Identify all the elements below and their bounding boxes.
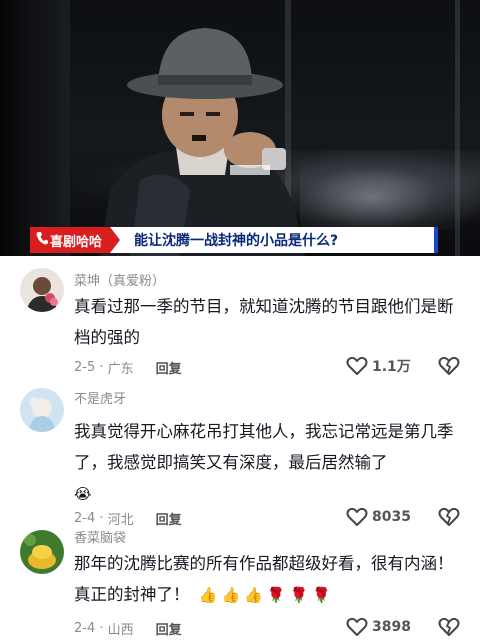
heart-icon <box>346 356 368 375</box>
heart-icon <box>346 617 368 636</box>
broken-heart-icon <box>438 617 460 636</box>
crying-face-emoji-icon: 😭 <box>74 485 92 503</box>
phone-icon <box>36 231 48 249</box>
comment-text: 那年的沈腾比赛的所有作品都超级好看，很有内涵！真正的封神了！ 👍 👍 👍 🌹 🌹 🌹 <box>74 548 468 611</box>
reply-button[interactable]: 回复 <box>156 358 182 377</box>
comment-date: 2-4 <box>74 621 96 636</box>
comment-text-content: 我真觉得开心麻花吊打其他人，我忘记常远是第几季了，我感觉即搞笑又有深度，最后居然… <box>74 422 454 472</box>
comment-text: 真看过那一季的节目，就知道沈腾的节目跟他们是断档的强的 <box>74 297 454 347</box>
video-caption-bar: 喜剧哈哈 能让沈腾一战封神的小品是什么? <box>30 227 438 253</box>
comment-location: 山西 <box>107 623 134 638</box>
rose-emoji-icon: 🌹 <box>289 586 309 604</box>
brand-tag-label: 喜剧哈哈 <box>50 234 103 250</box>
comment-item: 香菜脑袋 那年的沈腾比赛的所有作品都超级好看，很有内涵！真正的封神了！ 👍 👍 👍 🌹… <box>0 522 480 640</box>
meta-separator: · <box>95 621 108 636</box>
like-count: 1.1万 <box>372 359 411 375</box>
rose-emoji-icon: 🌹 <box>312 586 331 604</box>
performer-figure <box>100 28 305 256</box>
comment-meta: 2-5 · 广东 回复 <box>74 358 182 377</box>
avatar[interactable] <box>20 268 64 312</box>
meta-separator: · <box>95 360 108 375</box>
comment-username[interactable]: 不是虎牙 <box>74 388 126 407</box>
broken-heart-icon <box>438 356 460 375</box>
thumbs-up-emoji-icon: 👍 <box>198 586 218 604</box>
comment-text: 我真觉得开心麻花吊打其他人，我忘记常远是第几季了，我感觉即搞笑又有深度，最后居然… <box>74 416 468 510</box>
comment-text-content: 那年的沈腾比赛的所有作品都超级好看，很有内涵！真正的封神了！ <box>74 554 454 604</box>
like-button[interactable]: 3898 <box>346 617 411 637</box>
comment-username[interactable]: 菜坤（真爱粉） <box>74 270 165 289</box>
comment-item: 不是虎牙 我真觉得开心麻花吊打其他人，我忘记常远是第几季了，我感觉即搞笑又有深度… <box>0 380 480 530</box>
video-caption: 能让沈腾一战封神的小品是什么? <box>134 233 339 249</box>
avatar[interactable] <box>20 388 64 432</box>
brand-tag: 喜剧哈哈 <box>30 227 121 253</box>
rose-emoji-icon: 🌹 <box>266 586 286 604</box>
caption-accent <box>434 227 438 253</box>
like-button[interactable]: 1.1万 <box>346 356 411 376</box>
avatar[interactable] <box>20 530 64 574</box>
comment-date: 2-5 <box>74 360 96 375</box>
thumbs-up-emoji-icon: 👍 <box>244 586 263 604</box>
thumbs-up-emoji-icon: 👍 <box>221 586 241 604</box>
like-count: 3898 <box>372 619 411 635</box>
comment-item: 菜坤（真爱粉） 真看过那一季的节目，就知道沈腾的节目跟他们是断档的强的 2-5 … <box>0 260 480 385</box>
reply-button[interactable]: 回复 <box>156 619 182 638</box>
comment-meta: 2-4 · 山西 回复 <box>74 619 182 638</box>
comment-location: 广东 <box>107 362 134 377</box>
dislike-button[interactable] <box>438 356 460 380</box>
dislike-button[interactable] <box>438 617 460 640</box>
comment-username[interactable]: 香菜脑袋 <box>74 527 126 546</box>
video-player[interactable]: 喜剧哈哈 能让沈腾一战封神的小品是什么? <box>0 0 480 256</box>
